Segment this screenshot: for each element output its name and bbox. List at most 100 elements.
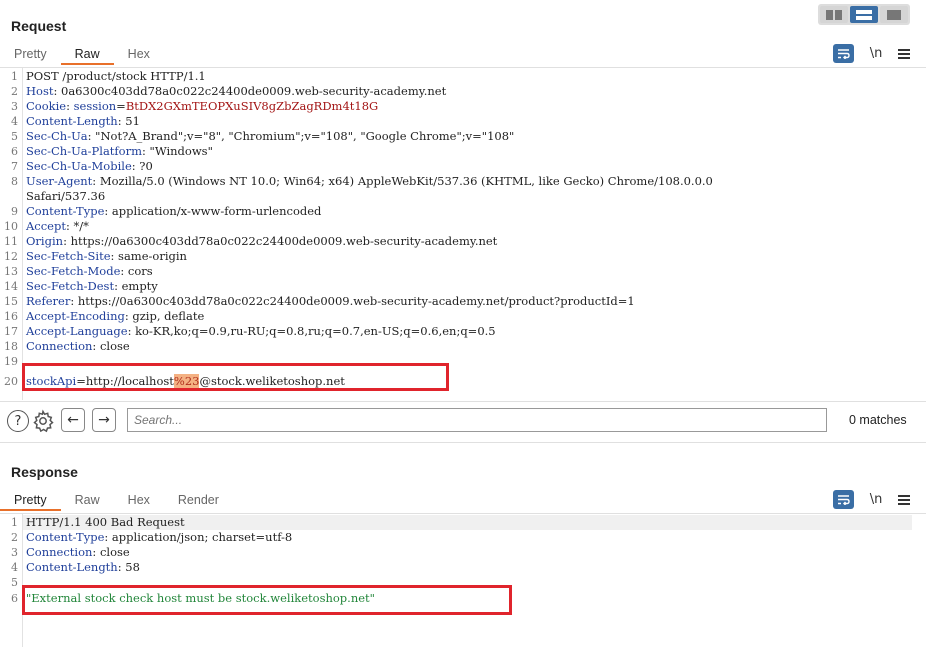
- code-token: Sec-Fetch-Mode: [26, 264, 121, 278]
- code-token: : ?0: [131, 159, 153, 173]
- response-tab-pretty[interactable]: Pretty: [0, 489, 61, 511]
- code-line: 11 Origin: https://0a6300c403dd78a0c022c2…: [0, 234, 926, 249]
- request-editor[interactable]: 1 POST /product/stock HTTP/1.1 2 Host: 0a63…: [0, 69, 926, 389]
- line-content: Accept: */*: [26, 219, 89, 234]
- line-number: 3: [11, 100, 18, 113]
- code-token: Connection: [26, 545, 93, 559]
- line-content: Cookie: session=BtDX2GXmTEOPXuSIV8gZbZag…: [26, 99, 378, 114]
- code-token: : close: [92, 339, 130, 353]
- line-number: 10: [4, 220, 18, 233]
- line-number: 11: [4, 235, 18, 248]
- line-number: 13: [4, 265, 18, 278]
- response-menu-icon[interactable]: [898, 494, 910, 505]
- line-number: 2: [11, 531, 18, 544]
- code-token: : 0a6300c403dd78a0c022c24400de0009.web-s…: [53, 84, 447, 98]
- line-number: 1: [11, 70, 18, 83]
- line-number: 8: [11, 175, 18, 188]
- code-token: : empty: [114, 279, 158, 293]
- line-number: 19: [4, 355, 18, 368]
- code-token: : Mozilla/5.0 (Windows NT 10.0; Win64; x…: [92, 174, 713, 188]
- code-token: Sec-Fetch-Site: [26, 249, 111, 263]
- line-number: 5: [11, 130, 18, 143]
- code-token: =: [116, 99, 126, 113]
- code-token: : https://0a6300c403dd78a0c022c24400de00…: [63, 234, 498, 248]
- previous-match-button[interactable]: ←: [61, 408, 85, 432]
- code-token: Safari/537.36: [26, 189, 106, 203]
- request-wrap-toggle-button[interactable]: [833, 44, 854, 63]
- response-wrap-toggle-button[interactable]: [833, 490, 854, 509]
- response-toolbar: \n: [833, 490, 910, 509]
- layout-single-button[interactable]: [880, 6, 908, 23]
- layout-stacked-button[interactable]: [850, 6, 878, 23]
- line-number: 6: [11, 145, 18, 158]
- line-number: 15: [4, 295, 18, 308]
- line-content: Sec-Ch-Ua-Mobile: ?0: [26, 159, 153, 174]
- line-content: Sec-Fetch-Site: same-origin: [26, 249, 187, 264]
- code-line: Safari/537.36: [0, 189, 926, 204]
- code-token: : 51: [117, 114, 140, 128]
- request-title: Request: [11, 18, 67, 34]
- help-button[interactable]: ?: [7, 410, 29, 432]
- single-pane-icon: [887, 9, 901, 20]
- request-tab-pretty[interactable]: Pretty: [0, 43, 61, 65]
- line-content: Connection: close: [26, 545, 130, 560]
- line-number: 18: [4, 340, 18, 353]
- code-token: : "Windows": [142, 144, 213, 158]
- code-line: 6 Sec-Ch-Ua-Platform: "Windows": [0, 144, 926, 159]
- line-number: 4: [11, 561, 18, 574]
- line-content: Referer: https://0a6300c403dd78a0c022c24…: [26, 294, 635, 309]
- code-token: :: [66, 99, 74, 113]
- line-number: 5: [11, 576, 18, 589]
- code-token: Accept-Encoding: [26, 309, 125, 323]
- word-wrap-icon: [838, 49, 850, 59]
- layout-side-by-side-button[interactable]: [820, 6, 848, 23]
- response-show-newlines-button[interactable]: \n: [868, 492, 884, 507]
- line-number: 9: [11, 205, 18, 218]
- line-number: 17: [4, 325, 18, 338]
- line-content: Host: 0a6300c403dd78a0c022c24400de0009.w…: [26, 84, 446, 99]
- request-tab-hex[interactable]: Hex: [114, 43, 164, 65]
- code-line: 1 HTTP/1.1 400 Bad Request: [0, 515, 926, 530]
- response-tab-render[interactable]: Render: [164, 489, 233, 511]
- next-match-button[interactable]: →: [92, 408, 116, 432]
- code-line: 17 Accept-Language: ko-KR,ko;q=0.9,ru-RU;…: [0, 324, 926, 339]
- request-tab-raw[interactable]: Raw: [60, 43, 114, 65]
- request-toolbar: \n: [833, 44, 910, 63]
- request-highlight-box: [22, 363, 449, 391]
- code-token: HTTP/1.1 400 Bad Request: [26, 515, 185, 529]
- code-line: 9 Content-Type: application/x-www-form-ur…: [0, 204, 926, 219]
- code-line: 12 Sec-Fetch-Site: same-origin: [0, 249, 926, 264]
- code-line: 1 POST /product/stock HTTP/1.1: [0, 69, 926, 84]
- response-tab-raw[interactable]: Raw: [61, 489, 114, 511]
- line-content: Sec-Ch-Ua-Platform: "Windows": [26, 144, 213, 159]
- search-input[interactable]: [127, 408, 827, 432]
- match-count: 0 matches: [849, 413, 907, 427]
- line-content: HTTP/1.1 400 Bad Request: [26, 515, 185, 530]
- code-line: 7 Sec-Ch-Ua-Mobile: ?0: [0, 159, 926, 174]
- code-token: Referer: [26, 294, 71, 308]
- code-token: Sec-Fetch-Dest: [26, 279, 115, 293]
- code-line: 8 User-Agent: Mozilla/5.0 (Windows NT 10.…: [0, 174, 926, 189]
- line-content: Sec-Fetch-Dest: empty: [26, 279, 158, 294]
- line-number: 12: [4, 250, 18, 263]
- code-line: 14 Sec-Fetch-Dest: empty: [0, 279, 926, 294]
- response-tab-hex[interactable]: Hex: [114, 489, 164, 511]
- request-menu-icon[interactable]: [898, 48, 910, 59]
- line-content: Origin: https://0a6300c403dd78a0c022c244…: [26, 234, 497, 249]
- code-line: 10 Accept: */*: [0, 219, 926, 234]
- code-token: : "Not?A_Brand";v="8", "Chromium";v="108…: [87, 129, 515, 143]
- code-token: Origin: [26, 234, 64, 248]
- code-token: session: [73, 99, 117, 113]
- rows-icon: [856, 9, 872, 20]
- line-number: 16: [4, 310, 18, 323]
- code-line: 5 Sec-Ch-Ua: "Not?A_Brand";v="8", "Chromi…: [0, 129, 926, 144]
- settings-gear-icon[interactable]: [31, 409, 55, 438]
- code-token: : close: [92, 545, 130, 559]
- code-token: : ko-KR,ko;q=0.9,ru-RU;q=0.8,ru;q=0.7,en…: [127, 324, 496, 338]
- request-show-newlines-button[interactable]: \n: [868, 46, 884, 61]
- line-content: Accept-Encoding: gzip, deflate: [26, 309, 204, 324]
- line-content: Content-Type: application/json; charset=…: [26, 530, 292, 545]
- code-token: Content-Length: [26, 114, 118, 128]
- response-header-divider: [0, 513, 926, 514]
- code-token: User-Agent: [26, 174, 93, 188]
